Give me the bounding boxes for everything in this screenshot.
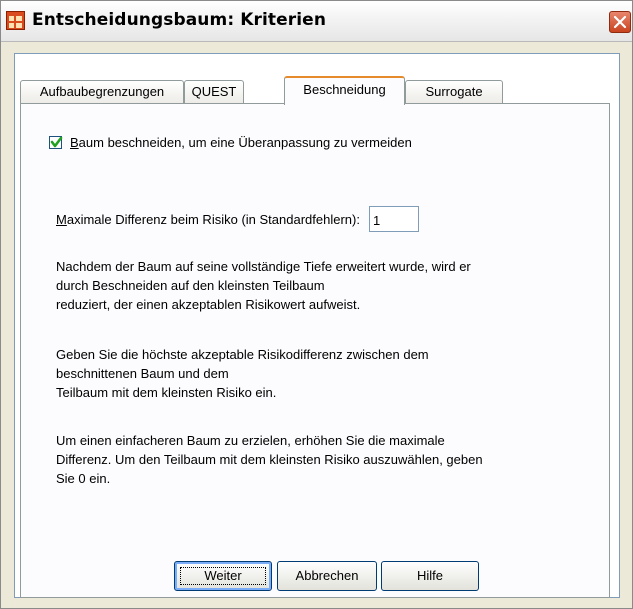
max-risk-difference-row: Maximale Differenz beim Risiko (in Stand… [56,206,419,232]
window-title: Entscheidungsbaum: Kriterien [32,10,327,30]
max-risk-difference-label: Maximale Differenz beim Risiko (in Stand… [56,212,360,227]
app-grid-icon [6,11,25,30]
cancel-button[interactable]: Abbrechen [277,561,377,591]
close-button[interactable] [609,11,631,33]
max-risk-difference-label-text: aximale Differenz beim Risiko (in Standa… [66,211,360,227]
close-icon [613,15,627,29]
info-paragraph-3: Um einen einfacheren Baum zu erzielen, e… [56,433,483,486]
tab-strip: Aufbaubegrenzungen QUEST Beschneidung Su… [20,69,610,105]
title-bar[interactable]: Entscheidungsbaum: Kriterien [1,1,632,42]
checkmark-icon [50,136,63,148]
max-risk-difference-mnemonic: M [56,211,67,227]
info-paragraph-2: Geben Sie die höchste akzeptable Risikod… [56,347,429,400]
dialog-window: Entscheidungsbaum: Kriterien Aufbaubegre… [0,0,633,609]
prune-tree-mnemonic: B [70,135,79,150]
prune-tree-checkbox[interactable] [49,136,63,149]
prune-tree-label-text: aum beschneiden, um eine Überanpassung z… [78,135,412,150]
continue-button[interactable]: Weiter [174,561,272,591]
tab-surrogate[interactable]: Surrogate [405,80,503,104]
focus-ring [180,567,266,585]
info-paragraph-1: Nachdem der Baum auf seine vollständige … [56,259,471,312]
prune-tree-label: Baum beschneiden, um eine Überanpassung … [70,135,412,150]
tab-beschneidung[interactable]: Beschneidung [284,76,405,105]
prune-tree-option[interactable]: Baum beschneiden, um eine Überanpassung … [49,135,412,150]
tab-quest[interactable]: QUEST [184,80,244,104]
tab-aufbaubegrenzungen[interactable]: Aufbaubegrenzungen [20,80,184,104]
max-risk-difference-input[interactable]: 1 [368,206,419,232]
help-button[interactable]: Hilfe [381,561,479,591]
